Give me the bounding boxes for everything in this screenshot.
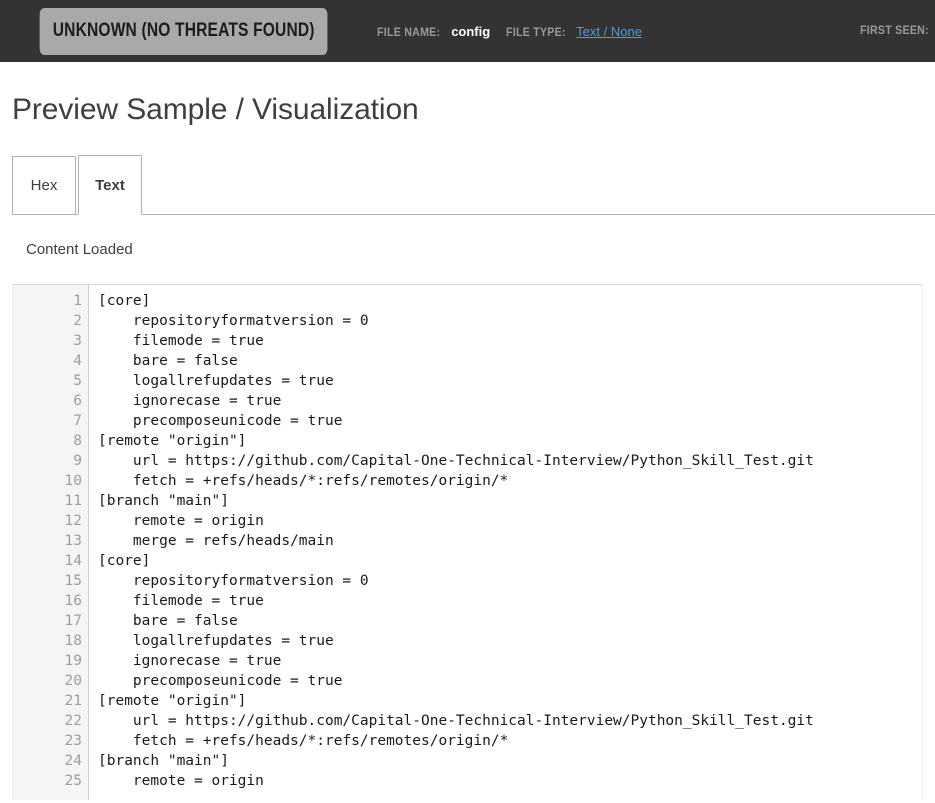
- code-line: precomposeunicode = true: [98, 671, 922, 691]
- line-number: 15: [13, 571, 82, 591]
- line-number: 25: [13, 771, 82, 791]
- code-line: filemode = true: [98, 591, 922, 611]
- verdict-badge: UNKNOWN (NO THREATS FOUND): [40, 8, 328, 55]
- code-line: fetch = +refs/heads/*:refs/remotes/origi…: [98, 471, 922, 491]
- file-type-group: FILE TYPE: Text / None: [506, 24, 642, 39]
- code-line: remote = origin: [98, 771, 922, 791]
- preview-tabs: Hex Text: [12, 155, 923, 215]
- code-line: [branch "main"]: [98, 491, 922, 511]
- code-line: logallrefupdates = true: [98, 371, 922, 391]
- line-number: 23: [13, 731, 82, 751]
- file-name-label: FILE NAME:: [377, 27, 440, 39]
- line-number: 8: [13, 431, 82, 451]
- line-number: 9: [13, 451, 82, 471]
- file-type-label: FILE TYPE:: [506, 27, 566, 39]
- line-number: 1: [13, 291, 82, 311]
- line-number: 6: [13, 391, 82, 411]
- code-line: filemode = true: [98, 331, 922, 351]
- code-line: merge = refs/heads/main: [98, 531, 922, 551]
- line-number: 22: [13, 711, 82, 731]
- code-line: repositoryformatversion = 0: [98, 311, 922, 331]
- line-number: 7: [13, 411, 82, 431]
- page-body: Preview Sample / Visualization Hex Text …: [0, 62, 935, 800]
- line-number: 16: [13, 591, 82, 611]
- line-number: 10: [13, 471, 82, 491]
- file-name-value: config: [451, 24, 490, 39]
- code-line: [core]: [98, 291, 922, 311]
- line-number: 17: [13, 611, 82, 631]
- file-name-group: FILE NAME: config: [377, 24, 490, 39]
- tab-hex[interactable]: Hex: [12, 156, 76, 215]
- code-line: bare = false: [98, 351, 922, 371]
- line-number: 2: [13, 311, 82, 331]
- code-line: [branch "main"]: [98, 751, 922, 771]
- line-number: 18: [13, 631, 82, 651]
- code-line: ignorecase = true: [98, 651, 922, 671]
- line-number: 13: [13, 531, 82, 551]
- code-line: ignorecase = true: [98, 391, 922, 411]
- code-line: fetch = +refs/heads/*:refs/remotes/origi…: [98, 731, 922, 751]
- line-number-gutter: 1234567891011121314151617181920212223242…: [13, 285, 89, 800]
- file-status-header: UNKNOWN (NO THREATS FOUND) FILE NAME: co…: [0, 0, 935, 62]
- first-seen-label: FIRST SEEN:: [860, 25, 929, 37]
- code-line: logallrefupdates = true: [98, 631, 922, 651]
- tab-text[interactable]: Text: [78, 155, 142, 215]
- code-line: [core]: [98, 551, 922, 571]
- line-number: 12: [13, 511, 82, 531]
- code-viewer[interactable]: 1234567891011121314151617181920212223242…: [12, 284, 923, 800]
- code-content[interactable]: [core] repositoryformatversion = 0 filem…: [89, 285, 922, 800]
- line-number: 5: [13, 371, 82, 391]
- code-line: remote = origin: [98, 511, 922, 531]
- line-number: 19: [13, 651, 82, 671]
- line-number: 11: [13, 491, 82, 511]
- line-number: 14: [13, 551, 82, 571]
- content-status: Content Loaded: [12, 215, 923, 258]
- code-line: repositoryformatversion = 0: [98, 571, 922, 591]
- file-type-link[interactable]: Text / None: [576, 24, 642, 39]
- line-number: 21: [13, 691, 82, 711]
- page-title: Preview Sample / Visualization: [12, 62, 923, 127]
- code-line: url = https://github.com/Capital-One-Tec…: [98, 711, 922, 731]
- code-line: [remote "origin"]: [98, 691, 922, 711]
- code-line: url = https://github.com/Capital-One-Tec…: [98, 451, 922, 471]
- line-number: 3: [13, 331, 82, 351]
- line-number: 24: [13, 751, 82, 771]
- code-line: [remote "origin"]: [98, 431, 922, 451]
- code-line: precomposeunicode = true: [98, 411, 922, 431]
- first-seen-group: FIRST SEEN:: [860, 25, 935, 37]
- line-number: 20: [13, 671, 82, 691]
- code-line: bare = false: [98, 611, 922, 631]
- line-number: 4: [13, 351, 82, 371]
- file-metadata-row: FILE NAME: config FILE TYPE: Text / None…: [377, 0, 935, 62]
